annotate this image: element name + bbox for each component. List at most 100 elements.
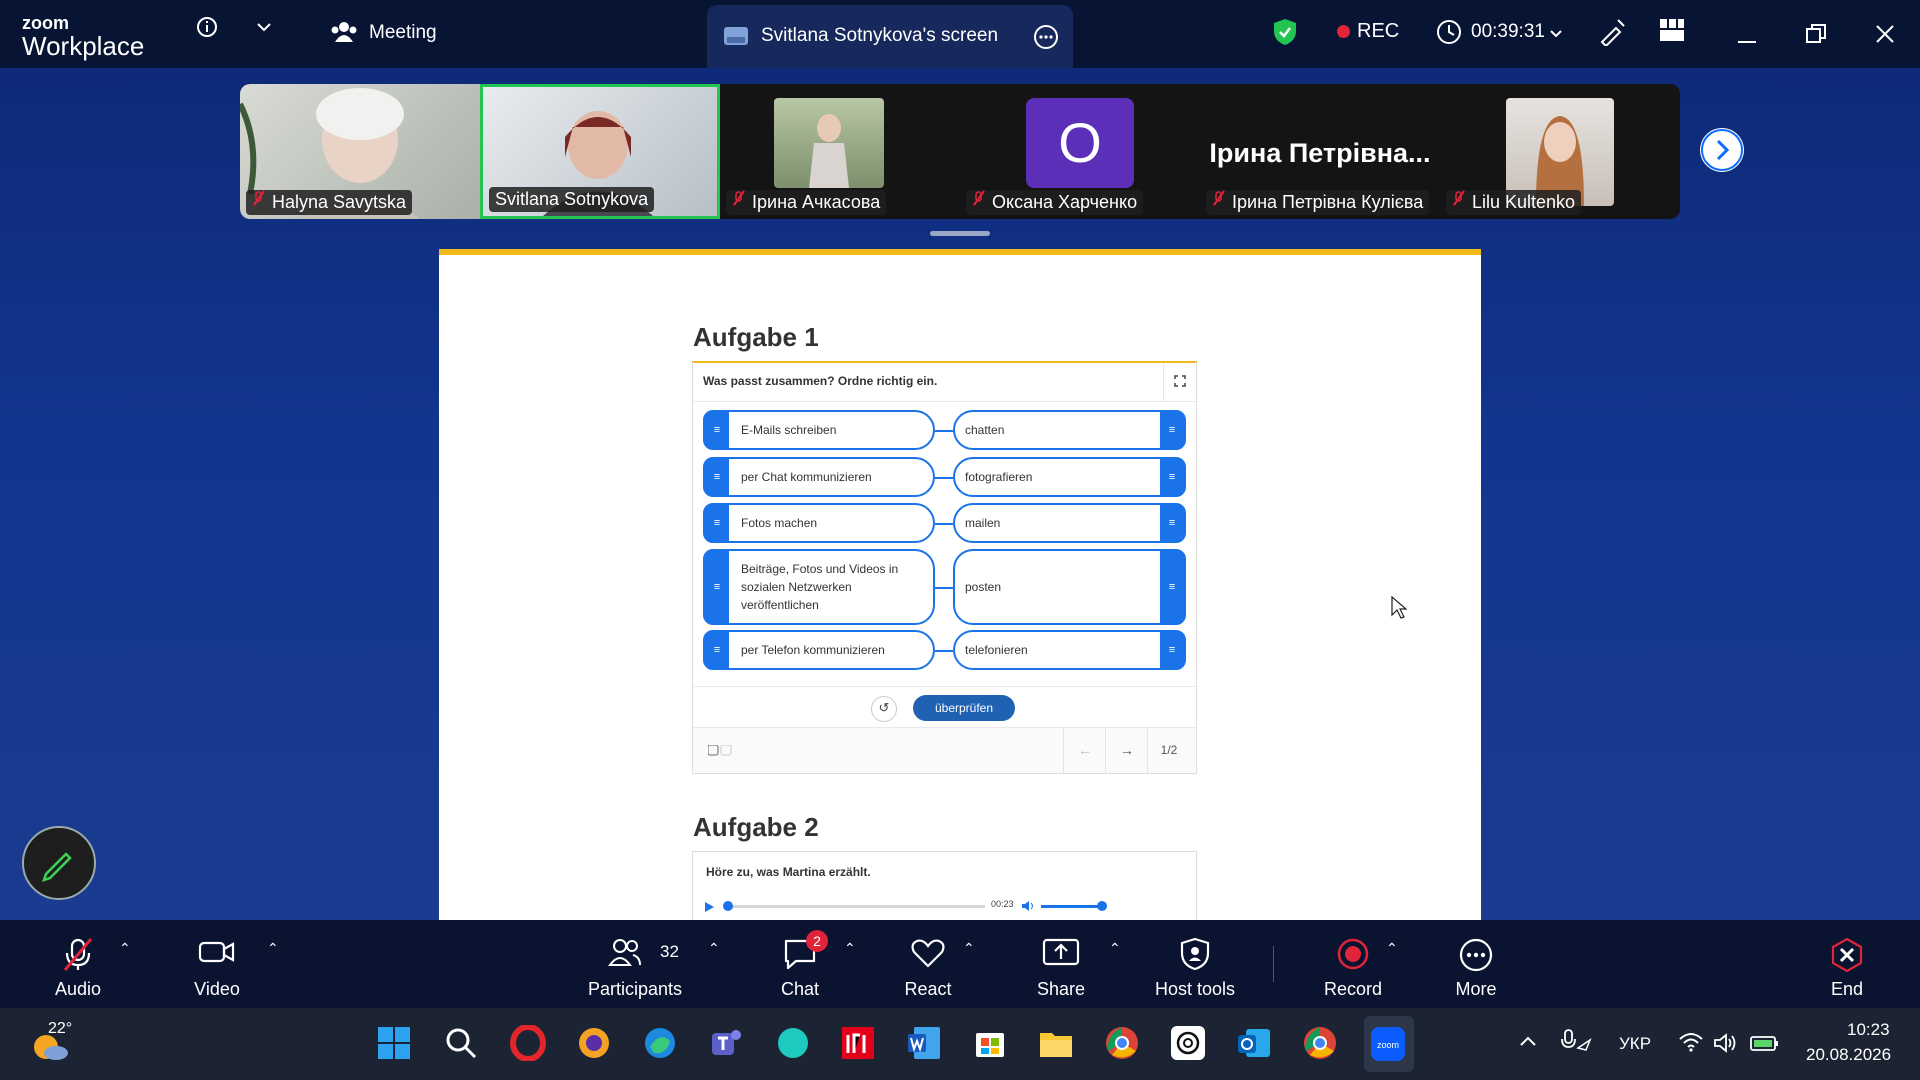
end-meeting-button[interactable]: End — [1807, 920, 1887, 1008]
host-tools-button[interactable]: Host tools — [1145, 920, 1245, 1008]
draggable-card-right[interactable]: mailen ≡ — [953, 503, 1186, 543]
fullscreen-button[interactable] — [1163, 363, 1196, 401]
keyboard-language[interactable]: УКР — [1619, 1034, 1651, 1054]
play-icon[interactable] — [703, 900, 715, 918]
card-text: per Chat kommunizieren — [741, 470, 872, 484]
audio-seekbar[interactable] — [725, 905, 985, 908]
security-shield-icon[interactable] — [1273, 18, 1297, 51]
participants-button[interactable]: 32 Participants — [585, 920, 685, 1008]
opera-icon[interactable] — [510, 1024, 546, 1062]
app-circle-icon[interactable] — [775, 1025, 811, 1061]
seekbar-thumb[interactable] — [723, 901, 733, 911]
chat-options-caret-icon[interactable]: ⌃ — [844, 940, 856, 957]
resize-handle[interactable] — [930, 231, 990, 236]
clock-icon — [1436, 19, 1462, 50]
minimize-icon[interactable] — [1738, 32, 1756, 50]
windows-start-icon[interactable] — [376, 1025, 412, 1061]
drag-handle-icon[interactable]: ≡ — [705, 632, 729, 668]
retry-button[interactable]: ↺ — [871, 696, 897, 722]
weather-temperature[interactable]: 22° — [48, 1020, 72, 1038]
microsoft-store-icon[interactable] — [972, 1025, 1008, 1061]
video-options-caret-icon[interactable]: ⌃ — [267, 940, 279, 957]
volume-thumb[interactable] — [1097, 901, 1107, 911]
zoom-taskbar-icon[interactable]: zoom — [1370, 1026, 1406, 1062]
volume-tray-icon[interactable] — [1713, 1032, 1739, 1059]
more-button[interactable]: More — [1436, 920, 1516, 1008]
record-options-caret-icon[interactable]: ⌃ — [1386, 940, 1398, 957]
next-arrow-button[interactable]: → — [1105, 728, 1148, 773]
draggable-card-left[interactable]: ≡ per Telefon kommunizieren — [703, 630, 935, 670]
edge-icon[interactable] — [642, 1025, 678, 1061]
share-button[interactable]: Share — [1021, 920, 1101, 1008]
draggable-card-right[interactable]: fotografieren ≡ — [953, 457, 1186, 497]
drag-handle-icon[interactable]: ≡ — [705, 551, 729, 623]
participant-tile[interactable]: Halyna Savytska — [240, 84, 480, 219]
audio-options-caret-icon[interactable]: ⌃ — [119, 940, 131, 957]
drag-handle-icon[interactable]: ≡ — [1160, 551, 1184, 623]
view-grid-icon[interactable] — [1659, 18, 1685, 47]
drag-handle-icon[interactable]: ≡ — [1160, 459, 1184, 495]
share-options-caret-icon[interactable]: ⌃ — [1109, 940, 1121, 957]
participant-tile[interactable]: Lilu Kultenko — [1440, 84, 1680, 219]
battery-icon[interactable] — [1750, 1033, 1780, 1058]
participant-tile[interactable]: O Оксана Харченко — [960, 84, 1200, 219]
react-button[interactable]: React — [888, 920, 968, 1008]
chatgpt-icon[interactable] — [1170, 1025, 1206, 1061]
chrome-profile-icon[interactable] — [1302, 1025, 1338, 1061]
clock-date[interactable]: 20.08.2026 — [1806, 1045, 1891, 1065]
search-icon[interactable] — [443, 1025, 479, 1061]
rfi-app-icon[interactable] — [840, 1025, 876, 1061]
teams-icon[interactable] — [708, 1025, 744, 1061]
participant-tile[interactable]: Ірина Ачкасова — [720, 84, 960, 219]
draggable-card-left[interactable]: ≡ E-Mails schreiben — [703, 410, 935, 450]
chevron-down-icon[interactable] — [256, 20, 272, 38]
microphone-tray-icon[interactable] — [1560, 1028, 1592, 1057]
shared-screen-tab[interactable]: Svitlana Sotnykova's screen — [707, 5, 1073, 68]
participant-tile[interactable]: Ірина Петрівна... Ірина Петрівна Кулієва — [1200, 84, 1440, 219]
chrome-icon[interactable] — [1104, 1025, 1140, 1061]
draggable-card-right[interactable]: posten ≡ — [953, 549, 1186, 625]
check-button[interactable]: überprüfen — [913, 695, 1015, 721]
chat-button[interactable]: 2 Chat — [760, 920, 840, 1008]
wifi-icon[interactable] — [1678, 1031, 1704, 1058]
audio-button[interactable]: Audio — [38, 920, 118, 1008]
drag-handle-icon[interactable]: ≡ — [1160, 412, 1184, 448]
drag-handle-icon[interactable]: ≡ — [1160, 505, 1184, 541]
annotate-icon[interactable] — [1598, 18, 1626, 51]
meeting-label[interactable]: Meeting — [369, 22, 437, 44]
draggable-card-right[interactable]: chatten ≡ — [953, 410, 1186, 450]
drag-handle-icon[interactable]: ≡ — [705, 505, 729, 541]
participant-tile-active-speaker[interactable]: Svitlana Sotnykova — [480, 84, 720, 219]
meeting-people-icon — [330, 20, 358, 49]
rec-label[interactable]: REC — [1357, 20, 1399, 43]
draggable-card-left[interactable]: ≡ per Chat kommunizieren — [703, 457, 935, 497]
next-page-arrow-button[interactable] — [1700, 128, 1744, 172]
close-icon[interactable] — [1875, 24, 1895, 49]
more-options-icon[interactable] — [1033, 24, 1059, 55]
outlook-icon[interactable] — [1236, 1025, 1272, 1061]
react-options-caret-icon[interactable]: ⌃ — [963, 940, 975, 957]
shared-screen-label: Svitlana Sotnykova's screen — [761, 25, 999, 46]
draggable-card-left[interactable]: ≡ Beiträge, Fotos und Videos in sozialen … — [703, 549, 935, 625]
timer-chevron-icon[interactable] — [1549, 26, 1563, 44]
drag-handle-icon[interactable]: ≡ — [705, 459, 729, 495]
clock-time[interactable]: 10:23 — [1847, 1020, 1890, 1040]
word-icon[interactable] — [906, 1025, 942, 1061]
video-button[interactable]: Video — [177, 920, 257, 1008]
file-explorer-icon[interactable] — [1038, 1025, 1074, 1061]
drag-handle-icon[interactable]: ≡ — [705, 412, 729, 448]
prev-arrow-button[interactable]: ← — [1063, 728, 1106, 773]
volume-icon[interactable] — [1021, 899, 1035, 917]
draggable-card-left[interactable]: ≡ Fotos machen — [703, 503, 935, 543]
volume-slider[interactable] — [1041, 905, 1101, 908]
drag-handle-icon[interactable]: ≡ — [1160, 632, 1184, 668]
annotation-pen-button[interactable] — [22, 826, 96, 900]
participants-options-caret-icon[interactable]: ⌃ — [708, 940, 720, 957]
more-dots-icon — [1458, 937, 1494, 978]
chevron-up-icon[interactable] — [1519, 1032, 1537, 1052]
info-icon[interactable] — [196, 16, 218, 43]
browser-app-icon[interactable] — [576, 1025, 612, 1061]
draggable-card-right[interactable]: telefonieren ≡ — [953, 630, 1186, 670]
record-button[interactable]: Record — [1313, 920, 1393, 1008]
restore-icon[interactable] — [1806, 24, 1826, 49]
